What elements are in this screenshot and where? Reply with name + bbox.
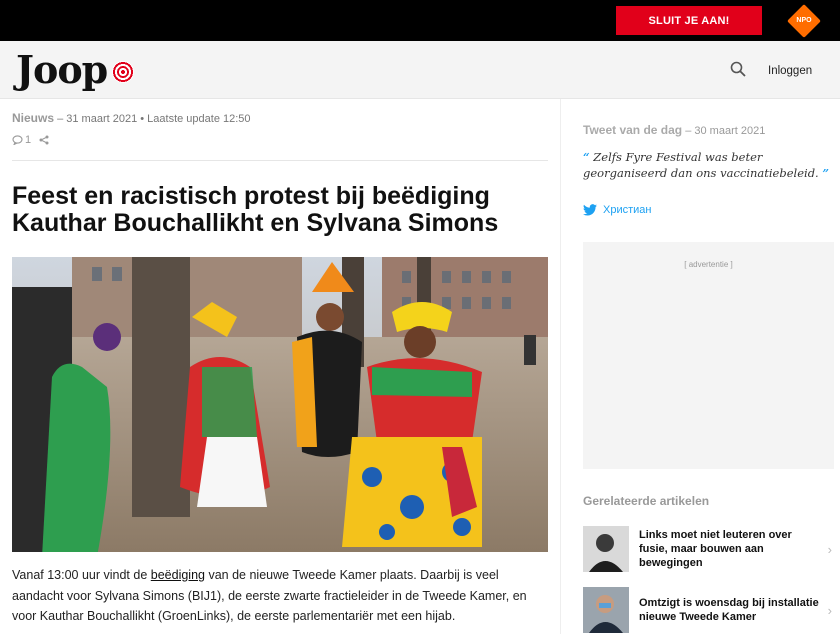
tweet-author[interactable]: Христиан bbox=[583, 204, 651, 216]
article-lead: Vanaf 13:00 uur vindt de beëdiging van d… bbox=[12, 565, 552, 627]
twitter-icon bbox=[583, 204, 597, 216]
tweet-text: Zelfs Fyre Festival was beter georganise… bbox=[583, 150, 819, 180]
beediging-link[interactable]: beëdiging bbox=[151, 568, 205, 582]
logo-target-icon bbox=[112, 61, 134, 83]
article-headline: Feest en racistisch protest bij beëdigin… bbox=[12, 182, 499, 237]
article-meta: Nieuws – 31 maart 2021 • Laatste update … bbox=[12, 111, 251, 125]
article-photo bbox=[12, 257, 548, 552]
top-bar: SLUIT JE AAN! NPO bbox=[0, 0, 840, 41]
publish-date: – 31 maart 2021 bbox=[57, 113, 138, 125]
chevron-right-icon: › bbox=[827, 542, 832, 557]
search-icon[interactable] bbox=[730, 61, 746, 77]
column-divider bbox=[560, 99, 561, 634]
tweet-quote: “ Zelfs Fyre Festival was beter georgani… bbox=[583, 149, 834, 181]
tweet-label: Tweet van de dag bbox=[583, 123, 683, 137]
related-thumbnail bbox=[583, 526, 629, 572]
share-icon[interactable] bbox=[39, 135, 49, 145]
login-button[interactable]: Inloggen bbox=[768, 65, 812, 77]
close-quote-icon: ” bbox=[822, 166, 829, 180]
site-header: Joop Inloggen bbox=[0, 41, 840, 99]
related-article[interactable]: Links moet niet leuteren over fusie, maa… bbox=[583, 524, 834, 574]
photo-illustration bbox=[12, 257, 548, 552]
article-actions: 1 bbox=[12, 134, 49, 146]
update-time: • Laatste update 12:50 bbox=[140, 113, 251, 125]
related-thumbnail bbox=[583, 587, 629, 633]
ad-label: [ advertentie ] bbox=[684, 260, 733, 269]
category-link[interactable]: Nieuws bbox=[12, 111, 54, 125]
chevron-right-icon: › bbox=[827, 603, 832, 618]
related-article-title: Links moet niet leuteren over fusie, maa… bbox=[639, 529, 792, 569]
tweet-date: – 30 maart 2021 bbox=[685, 125, 766, 137]
advertisement-slot[interactable]: [ advertentie ] bbox=[583, 242, 834, 469]
related-article[interactable]: Omtzigt is woensdag bij installatie nieu… bbox=[583, 585, 834, 635]
join-button[interactable]: SLUIT JE AAN! bbox=[616, 6, 762, 35]
related-articles-header: Gerelateerde artikelen bbox=[583, 494, 710, 508]
lead-text-start: Vanaf 13:00 uur vindt de bbox=[12, 568, 151, 582]
related-article-title: Omtzigt is woensdag bij installatie nieu… bbox=[639, 597, 819, 623]
divider bbox=[12, 160, 548, 161]
site-logo[interactable]: Joop bbox=[16, 47, 108, 92]
open-quote-icon: “ bbox=[583, 150, 590, 164]
tweet-author-name: Христиан bbox=[603, 204, 652, 216]
comment-icon bbox=[12, 135, 23, 145]
npo-logo[interactable]: NPO bbox=[787, 4, 821, 38]
npo-logo-label: NPO bbox=[796, 17, 812, 24]
comments-link[interactable]: 1 bbox=[12, 134, 31, 146]
comment-count: 1 bbox=[25, 134, 32, 146]
tweet-of-the-day-header: Tweet van de dag – 30 maart 2021 bbox=[583, 123, 765, 137]
